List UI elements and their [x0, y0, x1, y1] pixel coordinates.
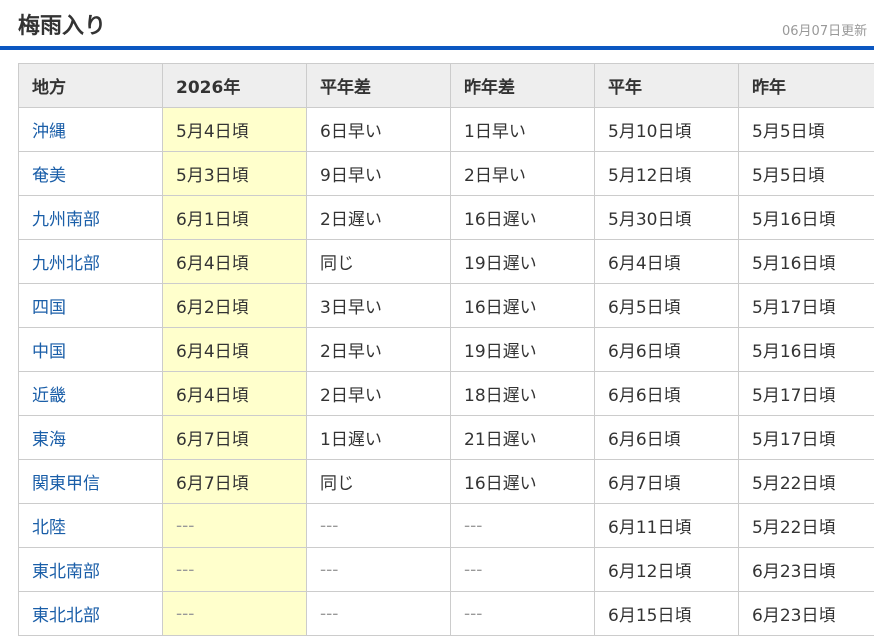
table-header-row: 地方 2026年 平年差 昨年差 平年 昨年	[18, 63, 874, 108]
diff-normal-cell: ---	[306, 503, 451, 548]
column-header-region: 地方	[18, 63, 163, 108]
rainy-season-table-container: 地方 2026年 平年差 昨年差 平年 昨年 沖縄 5月4日頃 6日早い 1日早い 5月…	[18, 63, 874, 643]
normal-cell: 6月6日頃	[594, 415, 739, 460]
table-row: 東北南部 --- --- --- 6月12日頃 6月23日頃	[18, 547, 874, 592]
region-cell[interactable]: 関東甲信	[18, 459, 163, 504]
diff-last-year-cell: 19日遅い	[450, 239, 595, 284]
diff-normal-cell: 1日遅い	[306, 415, 451, 460]
diff-normal-cell: 9日早い	[306, 151, 451, 196]
last-year-cell: 5月17日頃	[738, 371, 874, 416]
column-header-diff-last-year: 昨年差	[450, 63, 595, 108]
normal-cell: 6月4日頃	[594, 239, 739, 284]
last-year-cell: 5月17日頃	[738, 415, 874, 460]
page-title: 梅雨入り	[18, 14, 107, 39]
region-cell[interactable]: 北陸	[18, 503, 163, 548]
diff-last-year-cell: 18日遅い	[450, 371, 595, 416]
region-cell[interactable]: 中国	[18, 327, 163, 372]
table-row: 北陸 --- --- --- 6月11日頃 5月22日頃	[18, 503, 874, 548]
region-cell[interactable]: 沖縄	[18, 107, 163, 152]
section-header: 梅雨入り 06月07日更新	[0, 0, 874, 50]
last-year-cell: 6月23日頃	[738, 591, 874, 636]
diff-normal-cell: ---	[306, 547, 451, 592]
region-cell[interactable]: 四国	[18, 283, 163, 328]
table-row: 中国 6月4日頃 2日早い 19日遅い 6月6日頃 5月16日頃	[18, 327, 874, 372]
normal-cell: 6月12日頃	[594, 547, 739, 592]
last-year-cell: 6月23日頃	[738, 547, 874, 592]
normal-cell: 6月5日頃	[594, 283, 739, 328]
normal-cell: 6月6日頃	[594, 371, 739, 416]
column-header-this-year: 2026年	[162, 63, 307, 108]
normal-cell: 6月6日頃	[594, 327, 739, 372]
table-row: 沖縄 5月4日頃 6日早い 1日早い 5月10日頃 5月5日頃	[18, 107, 874, 152]
this-year-cell: 5月3日頃	[162, 151, 307, 196]
normal-cell: 6月11日頃	[594, 503, 739, 548]
region-cell[interactable]: 近畿	[18, 371, 163, 416]
this-year-cell: 5月4日頃	[162, 107, 307, 152]
table-row: 関東甲信 6月7日頃 同じ 16日遅い 6月7日頃 5月22日頃	[18, 459, 874, 504]
update-timestamp: 06月07日更新	[782, 24, 868, 39]
region-cell[interactable]: 九州南部	[18, 195, 163, 240]
diff-normal-cell: 2日早い	[306, 327, 451, 372]
table-row: 奄美 5月3日頃 9日早い 2日早い 5月12日頃 5月5日頃	[18, 151, 874, 196]
column-header-last-year: 昨年	[738, 63, 874, 108]
diff-last-year-cell: ---	[450, 591, 595, 636]
table-body: 沖縄 5月4日頃 6日早い 1日早い 5月10日頃 5月5日頃 奄美 5月3日頃 9日早い 2日早…	[18, 107, 874, 636]
region-cell[interactable]: 東北北部	[18, 591, 163, 636]
this-year-cell: 6月4日頃	[162, 327, 307, 372]
region-cell[interactable]: 奄美	[18, 151, 163, 196]
diff-normal-cell: 同じ	[306, 239, 451, 284]
region-cell[interactable]: 東北南部	[18, 547, 163, 592]
this-year-cell: 6月7日頃	[162, 459, 307, 504]
this-year-cell: 6月7日頃	[162, 415, 307, 460]
rainy-season-page: 梅雨入り 06月07日更新 地方 2026年 平年差 昨年差 平年 昨年 沖縄 5…	[0, 0, 874, 643]
diff-normal-cell: ---	[306, 591, 451, 636]
table-row: 東北北部 --- --- --- 6月15日頃 6月23日頃	[18, 591, 874, 636]
last-year-cell: 5月16日頃	[738, 195, 874, 240]
normal-cell: 5月30日頃	[594, 195, 739, 240]
normal-cell: 5月12日頃	[594, 151, 739, 196]
table-row: 近畿 6月4日頃 2日早い 18日遅い 6月6日頃 5月17日頃	[18, 371, 874, 416]
normal-cell: 6月7日頃	[594, 459, 739, 504]
diff-last-year-cell: ---	[450, 547, 595, 592]
diff-normal-cell: 2日遅い	[306, 195, 451, 240]
column-header-normal: 平年	[594, 63, 739, 108]
last-year-cell: 5月22日頃	[738, 503, 874, 548]
last-year-cell: 5月22日頃	[738, 459, 874, 504]
table-row: 四国 6月2日頃 3日早い 16日遅い 6月5日頃 5月17日頃	[18, 283, 874, 328]
normal-cell: 5月10日頃	[594, 107, 739, 152]
diff-last-year-cell: 19日遅い	[450, 327, 595, 372]
region-cell[interactable]: 九州北部	[18, 239, 163, 284]
rainy-season-table: 地方 2026年 平年差 昨年差 平年 昨年 沖縄 5月4日頃 6日早い 1日早い 5月…	[18, 63, 874, 636]
table-row: 東海 6月7日頃 1日遅い 21日遅い 6月6日頃 5月17日頃	[18, 415, 874, 460]
last-year-cell: 5月16日頃	[738, 327, 874, 372]
table-row: 九州南部 6月1日頃 2日遅い 16日遅い 5月30日頃 5月16日頃	[18, 195, 874, 240]
this-year-cell: 6月2日頃	[162, 283, 307, 328]
diff-normal-cell: 2日早い	[306, 371, 451, 416]
last-year-cell: 5月5日頃	[738, 107, 874, 152]
region-cell[interactable]: 東海	[18, 415, 163, 460]
diff-last-year-cell: 2日早い	[450, 151, 595, 196]
last-year-cell: 5月5日頃	[738, 151, 874, 196]
diff-normal-cell: 3日早い	[306, 283, 451, 328]
diff-last-year-cell: 16日遅い	[450, 459, 595, 504]
this-year-cell: ---	[162, 591, 307, 636]
diff-last-year-cell: 1日早い	[450, 107, 595, 152]
diff-normal-cell: 6日早い	[306, 107, 451, 152]
this-year-cell: ---	[162, 503, 307, 548]
normal-cell: 6月15日頃	[594, 591, 739, 636]
this-year-cell: 6月1日頃	[162, 195, 307, 240]
this-year-cell: 6月4日頃	[162, 239, 307, 284]
table-row: 九州北部 6月4日頃 同じ 19日遅い 6月4日頃 5月16日頃	[18, 239, 874, 284]
last-year-cell: 5月17日頃	[738, 283, 874, 328]
last-year-cell: 5月16日頃	[738, 239, 874, 284]
this-year-cell: 6月4日頃	[162, 371, 307, 416]
column-header-diff-normal: 平年差	[306, 63, 451, 108]
diff-last-year-cell: 16日遅い	[450, 195, 595, 240]
diff-last-year-cell: ---	[450, 503, 595, 548]
diff-normal-cell: 同じ	[306, 459, 451, 504]
diff-last-year-cell: 16日遅い	[450, 283, 595, 328]
this-year-cell: ---	[162, 547, 307, 592]
diff-last-year-cell: 21日遅い	[450, 415, 595, 460]
